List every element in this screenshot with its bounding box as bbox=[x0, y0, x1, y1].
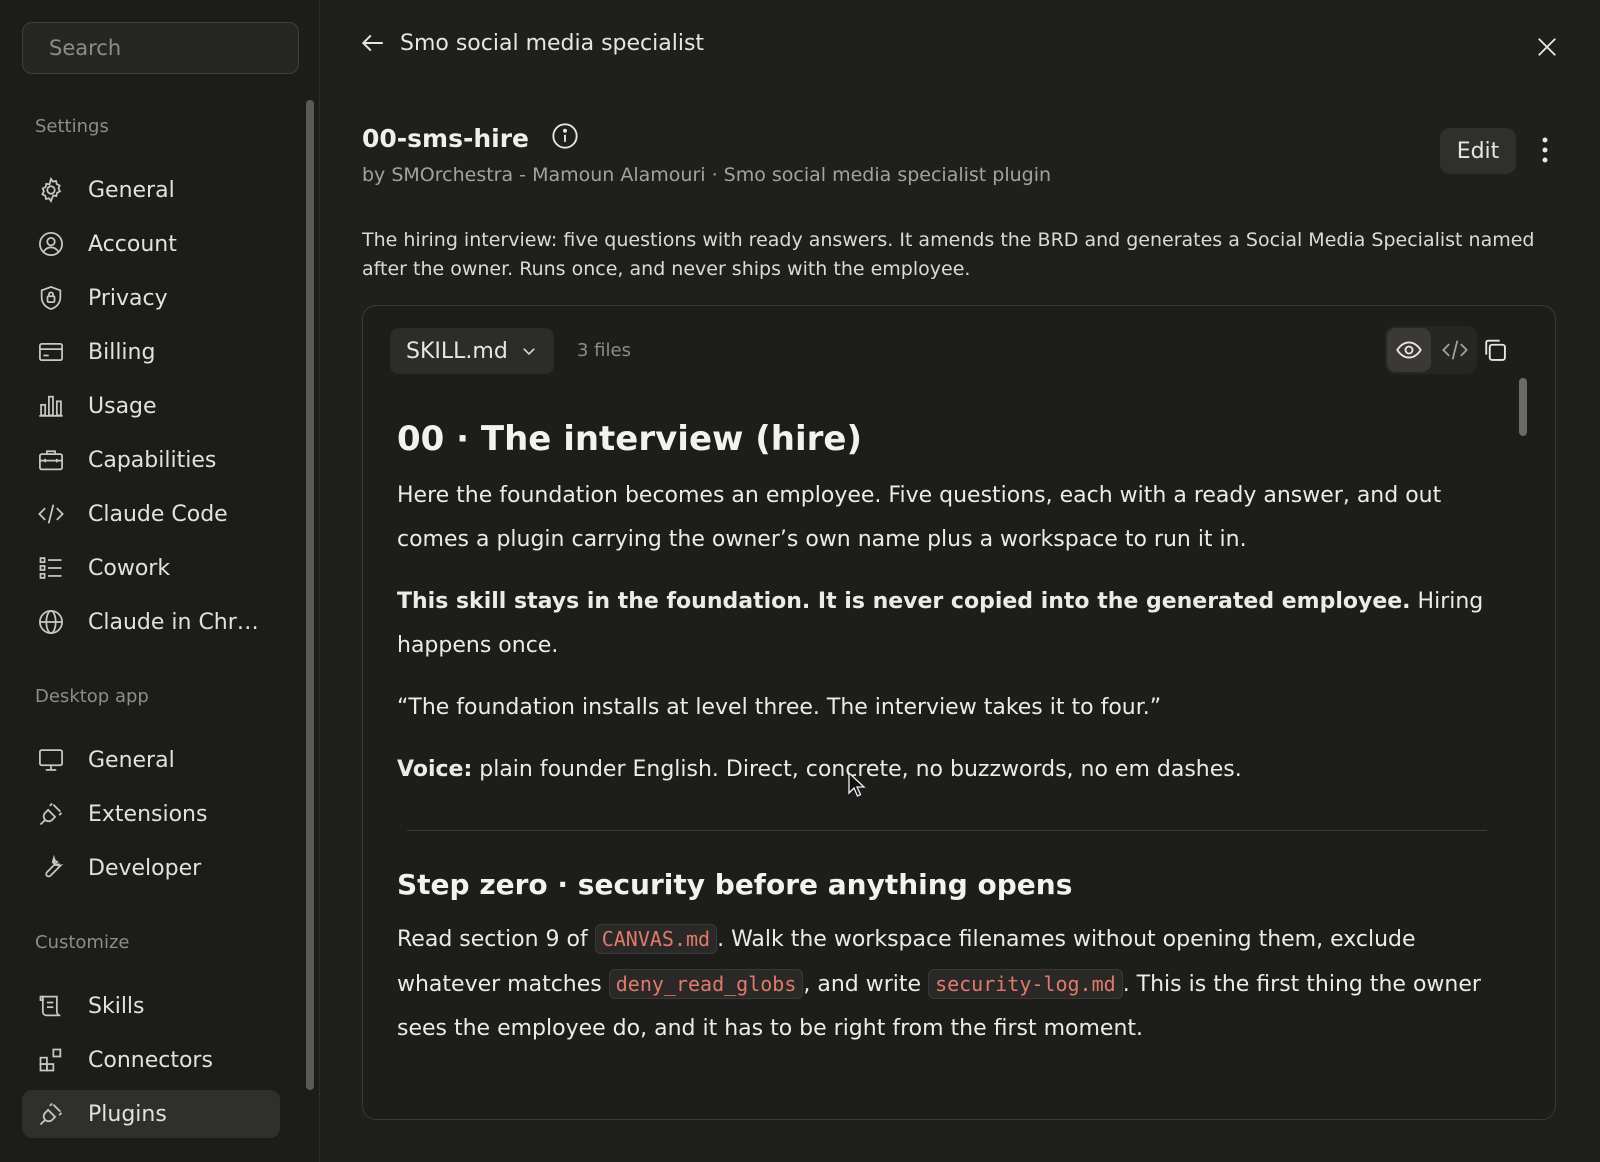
sidebar-scrollbar[interactable] bbox=[306, 100, 314, 1090]
sidebar-item-label: Usage bbox=[88, 393, 157, 419]
sidebar-item-general[interactable]: General bbox=[22, 166, 280, 214]
sidebar-item-capabilities[interactable]: Capabilities bbox=[22, 436, 280, 484]
sidebar-item-developer[interactable]: Developer bbox=[22, 844, 280, 892]
file-dropdown[interactable]: SKILL.md bbox=[390, 328, 554, 374]
edit-button[interactable]: Edit bbox=[1440, 128, 1516, 174]
doc-divider bbox=[407, 830, 1487, 831]
doc-heading-2: Step zero · security before anything ope… bbox=[397, 868, 1073, 901]
list-icon bbox=[36, 553, 66, 583]
chevron-down-icon bbox=[523, 348, 535, 356]
doc-quote: “The foundation installs at level three.… bbox=[397, 695, 1162, 720]
sidebar-item-skills[interactable]: Skills bbox=[22, 982, 280, 1030]
sidebar-item-privacy[interactable]: Privacy bbox=[22, 274, 280, 322]
doc-text: Read section 9 of bbox=[397, 927, 595, 952]
view-mode-toggle bbox=[1385, 326, 1477, 374]
sidebar-item-label: Claude Code bbox=[88, 501, 228, 527]
scroll-icon bbox=[36, 991, 66, 1021]
search-input[interactable] bbox=[49, 36, 317, 60]
section-label-settings: Settings bbox=[35, 116, 109, 137]
skill-byline: by SMOrchestra - Mamoun Alamouri · Smo s… bbox=[362, 164, 1052, 186]
sidebar-item-desktop-general[interactable]: General bbox=[22, 736, 280, 784]
plug-icon bbox=[36, 1099, 66, 1129]
doc-bold-text: Voice: bbox=[397, 757, 473, 782]
code-icon bbox=[1442, 340, 1468, 360]
inline-code: deny_read_globs bbox=[608, 969, 804, 999]
doc-paragraph: Voice: plain founder English. Direct, co… bbox=[397, 748, 1497, 792]
more-vertical-icon bbox=[1542, 137, 1548, 163]
info-icon[interactable] bbox=[551, 122, 579, 154]
doc-paragraph: This skill stays in the foundation. It i… bbox=[397, 580, 1497, 668]
bar-chart-icon bbox=[36, 391, 66, 421]
preview-toggle[interactable] bbox=[1387, 328, 1431, 372]
sidebar-item-claude-in-chrome[interactable]: Claude in Chr… bbox=[22, 598, 280, 646]
eye-icon bbox=[1396, 341, 1422, 359]
doc-heading-1: 00 · The interview (hire) bbox=[397, 419, 863, 459]
code-icon bbox=[36, 499, 66, 529]
markdown-preview: 00 · The interview (hire) Here the found… bbox=[397, 416, 1497, 1051]
search-box[interactable] bbox=[22, 22, 317, 74]
mouse-cursor bbox=[848, 771, 866, 802]
blocks-icon bbox=[36, 1045, 66, 1075]
gear-icon bbox=[36, 175, 66, 205]
sidebar-item-label: Claude in Chr… bbox=[88, 609, 259, 635]
sidebar-item-label: Account bbox=[88, 231, 177, 257]
files-count: 3 files bbox=[577, 340, 631, 361]
section-label-customize: Customize bbox=[35, 932, 130, 953]
file-viewer: SKILL.md 3 files 00 · The interview (hir… bbox=[362, 305, 1556, 1120]
arrow-left-icon[interactable] bbox=[360, 30, 386, 56]
plugin-detail-panel: Smo social media specialist 00-sms-hire … bbox=[320, 0, 1600, 1162]
doc-paragraph: Read section 9 of CANVAS.md. Walk the wo… bbox=[397, 917, 1497, 1051]
user-circle-icon bbox=[36, 229, 66, 259]
content-scrollbar[interactable] bbox=[1519, 378, 1527, 436]
back-navigation[interactable]: Smo social media specialist bbox=[360, 30, 704, 56]
selected-file-name: SKILL.md bbox=[406, 338, 508, 364]
doc-paragraph: Here the foundation becomes an employee.… bbox=[397, 483, 1442, 552]
source-toggle[interactable] bbox=[1433, 328, 1477, 372]
sidebar-item-label: Capabilities bbox=[88, 447, 217, 473]
sidebar-item-label: Plugins bbox=[88, 1101, 167, 1127]
copy-button[interactable] bbox=[1481, 336, 1509, 368]
sidebar-item-label: General bbox=[88, 177, 175, 203]
settings-sidebar: Settings General Account Privacy Billing bbox=[0, 0, 320, 1162]
inline-code: security-log.md bbox=[928, 969, 1123, 999]
plug-icon bbox=[36, 799, 66, 829]
briefcase-icon bbox=[36, 445, 66, 475]
sidebar-item-claude-code[interactable]: Claude Code bbox=[22, 490, 280, 538]
sidebar-item-connectors[interactable]: Connectors bbox=[22, 1036, 280, 1084]
sidebar-item-account[interactable]: Account bbox=[22, 220, 280, 268]
section-label-desktop: Desktop app bbox=[35, 686, 149, 707]
sidebar-item-label: Developer bbox=[88, 855, 202, 881]
sidebar-item-label: General bbox=[88, 747, 175, 773]
sidebar-item-plugins[interactable]: Plugins bbox=[22, 1090, 280, 1138]
sidebar-item-label: Extensions bbox=[88, 801, 208, 827]
sidebar-item-label: Billing bbox=[88, 339, 156, 365]
skill-name: 00-sms-hire bbox=[362, 123, 530, 153]
sidebar-item-label: Skills bbox=[88, 993, 145, 1019]
sidebar-item-label: Cowork bbox=[88, 555, 171, 581]
credit-card-icon bbox=[36, 337, 66, 367]
close-icon bbox=[1538, 38, 1556, 56]
skill-description: The hiring interview: five questions wit… bbox=[362, 229, 1535, 280]
sidebar-item-label: Privacy bbox=[88, 285, 168, 311]
inline-code: CANVAS.md bbox=[594, 924, 718, 954]
doc-text: , and write bbox=[803, 972, 929, 997]
copy-icon bbox=[1485, 339, 1506, 361]
sidebar-item-extensions[interactable]: Extensions bbox=[22, 790, 280, 838]
doc-bold-text: This skill stays in the foundation. It i… bbox=[397, 589, 1411, 614]
sidebar-item-label: Connectors bbox=[88, 1047, 213, 1073]
skill-title-row: 00-sms-hire bbox=[362, 122, 579, 154]
globe-icon bbox=[36, 607, 66, 637]
close-button[interactable] bbox=[1536, 36, 1558, 62]
app-window: Settings General Account Privacy Billing bbox=[0, 0, 1600, 1162]
sidebar-item-cowork[interactable]: Cowork bbox=[22, 544, 280, 592]
shield-icon bbox=[36, 283, 66, 313]
sidebar-item-billing[interactable]: Billing bbox=[22, 328, 280, 376]
more-options-button[interactable] bbox=[1540, 136, 1550, 168]
monitor-icon bbox=[36, 745, 66, 775]
sidebar-item-usage[interactable]: Usage bbox=[22, 382, 280, 430]
wrench-icon bbox=[36, 853, 66, 883]
page-title: Smo social media specialist bbox=[400, 30, 705, 56]
